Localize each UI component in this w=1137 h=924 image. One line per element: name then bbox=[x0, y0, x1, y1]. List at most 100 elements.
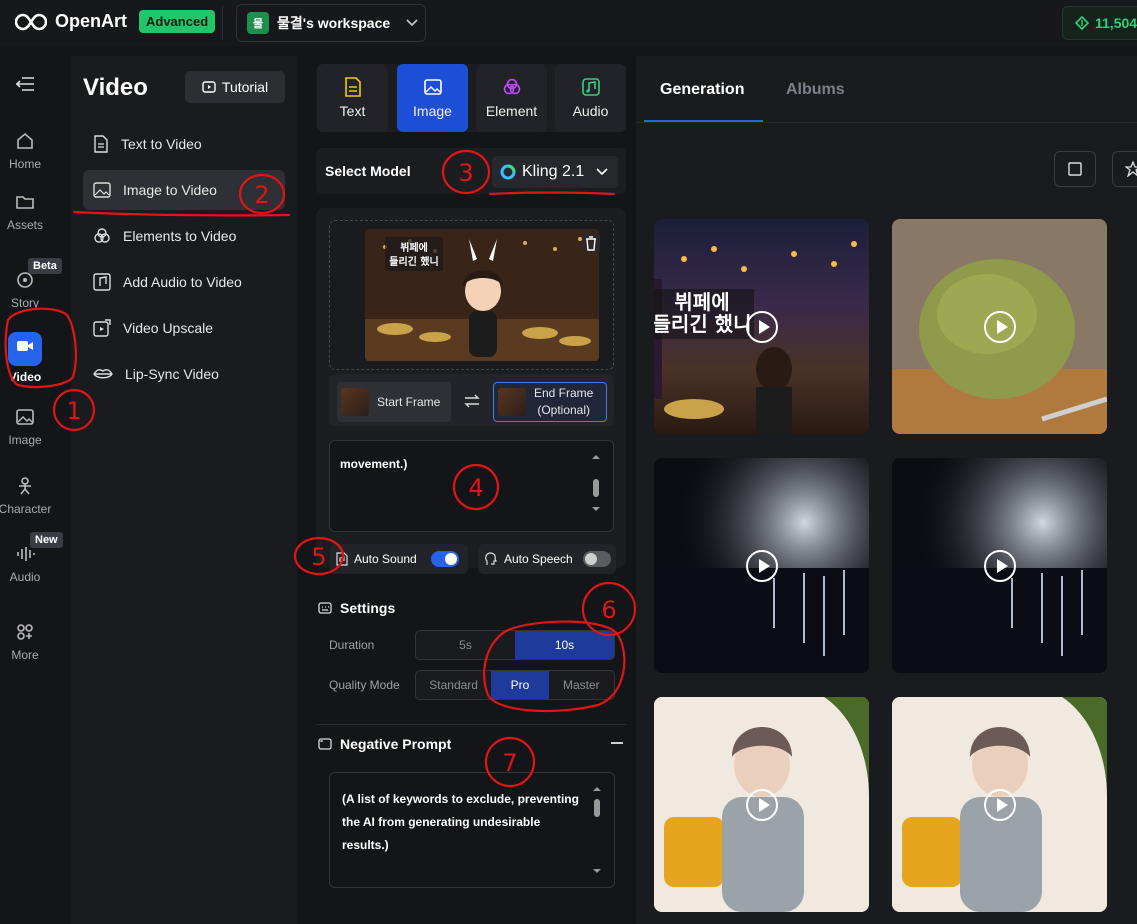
image-dropzone[interactable]: 뷔페에 들리긴 했니 bbox=[329, 220, 614, 370]
play-screen-icon bbox=[202, 81, 216, 93]
negative-scrollbar[interactable] bbox=[592, 785, 602, 875]
subnav-elements-to-video[interactable]: Elements to Video bbox=[83, 216, 285, 256]
tab-albums[interactable]: Albums bbox=[786, 81, 845, 99]
auto-speech-switch[interactable] bbox=[582, 551, 611, 567]
subnav-video-upscale[interactable]: Video Upscale bbox=[83, 308, 285, 348]
rail-character[interactable]: Character bbox=[0, 476, 52, 516]
auto-sound-switch[interactable] bbox=[430, 551, 459, 567]
music-note-icon bbox=[581, 78, 600, 96]
duration-10s[interactable]: 10s bbox=[515, 631, 614, 659]
grid-more-icon bbox=[17, 624, 33, 640]
video-card[interactable] bbox=[892, 219, 1107, 434]
tab-generation[interactable]: Generation bbox=[660, 81, 744, 99]
openart-logo[interactable]: OpenArt bbox=[15, 11, 127, 32]
subnav-text-to-video[interactable]: Text to Video bbox=[83, 124, 285, 164]
rail-more[interactable]: More bbox=[0, 622, 50, 662]
tab-image[interactable]: Image bbox=[397, 64, 468, 132]
video-card[interactable] bbox=[654, 697, 869, 912]
duration-5s[interactable]: 5s bbox=[416, 631, 515, 659]
start-frame-button[interactable]: Start Frame bbox=[337, 382, 451, 422]
buffet-scene-illustration: 뷔페에 들리긴 했니 bbox=[365, 229, 599, 361]
subnav-image-to-video[interactable]: Image to Video bbox=[83, 170, 285, 210]
subnav-label: Lip-Sync Video bbox=[125, 366, 219, 382]
subnav-label: Elements to Video bbox=[123, 228, 237, 244]
model-dropdown[interactable]: Kling 2.1 bbox=[492, 156, 618, 188]
chevron-down-icon bbox=[596, 168, 608, 176]
quality-master[interactable]: Master bbox=[549, 671, 614, 699]
collapse-menu-icon[interactable] bbox=[15, 76, 35, 92]
rail-label: Character bbox=[0, 502, 52, 516]
prompt-textarea[interactable]: movement.) bbox=[329, 440, 614, 532]
credits-badge[interactable]: 11,504 bbox=[1062, 6, 1137, 40]
keyboard-icon bbox=[318, 602, 332, 614]
prompt-scrollbar[interactable] bbox=[591, 453, 601, 513]
quality-pro[interactable]: Pro bbox=[491, 671, 549, 699]
document-icon bbox=[94, 135, 108, 153]
tutorial-label: Tutorial bbox=[221, 79, 269, 95]
subnav-add-audio[interactable]: Add Audio to Video bbox=[83, 262, 285, 302]
play-icon[interactable] bbox=[983, 549, 1016, 582]
swap-arrows-icon[interactable] bbox=[463, 394, 481, 408]
collapse-minus-icon[interactable] bbox=[611, 742, 623, 744]
subnav-label: Text to Video bbox=[121, 136, 202, 152]
rail-home[interactable]: Home bbox=[0, 131, 50, 171]
rail-story[interactable]: Story bbox=[0, 270, 50, 310]
video-card[interactable] bbox=[892, 697, 1107, 912]
workspace-selector[interactable]: 물 물결's workspace bbox=[236, 4, 426, 42]
left-rail: Home Assets Beta Story Video Image Chara… bbox=[0, 56, 70, 924]
play-icon[interactable] bbox=[745, 549, 778, 582]
model-value: Kling 2.1 bbox=[522, 163, 585, 180]
trash-icon[interactable] bbox=[582, 233, 600, 253]
frame-icon bbox=[318, 738, 332, 750]
tutorial-button[interactable]: Tutorial bbox=[185, 71, 285, 103]
credits-count: 11,504 bbox=[1095, 15, 1137, 31]
video-card[interactable] bbox=[654, 458, 869, 673]
negative-prompt-textarea[interactable]: (A list of keywords to exclude, preventi… bbox=[329, 772, 615, 888]
workspace-name: 물결's workspace bbox=[277, 15, 391, 31]
image-icon bbox=[16, 409, 34, 425]
film-reel-icon bbox=[17, 272, 33, 288]
infinity-logo-icon bbox=[15, 13, 47, 30]
generation-form: Text Image Element Audio Select Model Kl… bbox=[306, 56, 636, 924]
folder-icon bbox=[16, 196, 34, 209]
select-button[interactable] bbox=[1054, 151, 1096, 187]
plan-badge: Advanced bbox=[139, 10, 216, 33]
auto-speech-toggle[interactable]: Auto Speech bbox=[478, 544, 616, 574]
video-card[interactable] bbox=[892, 458, 1107, 673]
home-icon bbox=[17, 132, 33, 149]
tab-label: Element bbox=[485, 103, 538, 119]
rail-assets[interactable]: Assets bbox=[0, 192, 50, 232]
rail-label: Story bbox=[10, 296, 39, 310]
lips-icon bbox=[93, 369, 113, 379]
card-text-line1: 뷔페에 bbox=[674, 290, 729, 314]
rail-label: Home bbox=[8, 157, 41, 171]
end-frame-text: End Frame (Optional) bbox=[534, 385, 593, 419]
video-card[interactable]: 뷔페에 들리긴 했니 bbox=[654, 219, 869, 434]
image-stack-icon bbox=[423, 79, 442, 95]
negative-prompt-header: Negative Prompt bbox=[318, 736, 451, 752]
tab-audio[interactable]: Audio bbox=[555, 64, 626, 132]
favorites-button[interactable] bbox=[1112, 151, 1137, 187]
chevron-down-icon bbox=[406, 19, 418, 27]
video-subnav: Video Tutorial Text to Video Image to Vi… bbox=[71, 56, 297, 924]
subnav-lip-sync[interactable]: Lip-Sync Video bbox=[83, 354, 285, 394]
end-frame-thumb bbox=[498, 388, 526, 416]
rail-audio[interactable]: Audio bbox=[0, 544, 50, 584]
model-label: Select Model bbox=[325, 163, 411, 179]
play-icon[interactable] bbox=[983, 310, 1016, 343]
tab-text[interactable]: Text bbox=[317, 64, 388, 132]
tab-element[interactable]: Element bbox=[476, 64, 547, 132]
end-frame-label: End Frame bbox=[534, 386, 594, 400]
upscale-icon bbox=[93, 319, 111, 337]
rail-video[interactable]: Video bbox=[0, 332, 50, 384]
auto-sound-toggle[interactable]: Auto Sound bbox=[330, 544, 468, 574]
end-frame-button[interactable]: End Frame (Optional) bbox=[493, 382, 607, 422]
quality-standard[interactable]: Standard bbox=[416, 671, 491, 699]
square-checkbox-icon bbox=[1068, 162, 1082, 176]
play-icon[interactable] bbox=[745, 310, 778, 343]
play-icon[interactable] bbox=[983, 788, 1016, 821]
play-icon[interactable] bbox=[745, 788, 778, 821]
rail-image[interactable]: Image bbox=[0, 407, 50, 447]
diamond-icon bbox=[1075, 16, 1089, 30]
duration-label: Duration bbox=[329, 638, 375, 652]
